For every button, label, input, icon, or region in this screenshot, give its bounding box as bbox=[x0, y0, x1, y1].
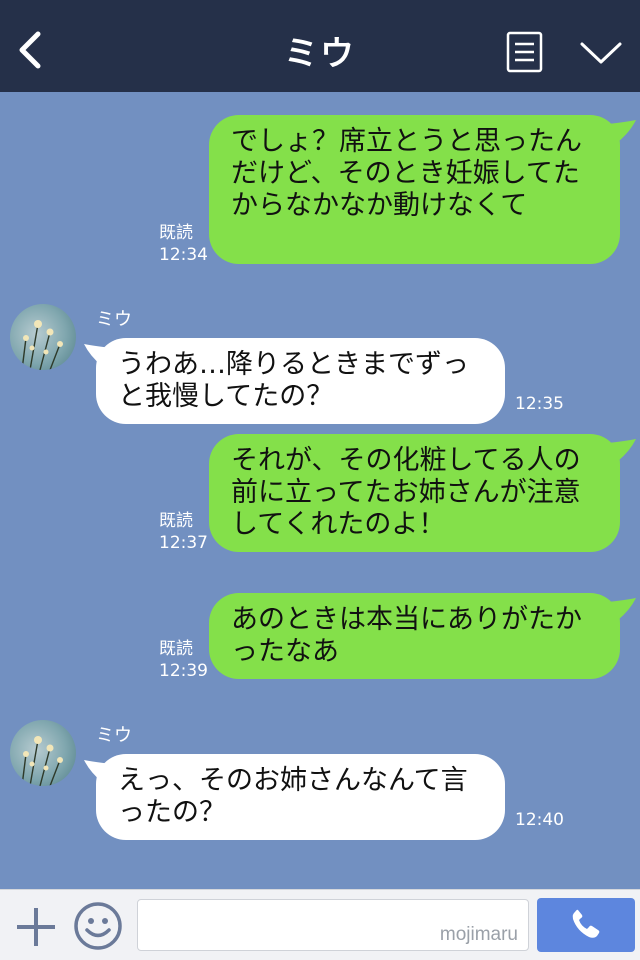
emoji-button[interactable] bbox=[73, 901, 123, 951]
read-receipt: 既読 12:37 bbox=[159, 510, 208, 554]
bubble-tail bbox=[608, 598, 636, 620]
message-time: 12:35 bbox=[515, 394, 564, 414]
read-status: 既読 bbox=[159, 223, 193, 243]
my-message-bubble[interactable]: あのときは本当にありがたかったなあ bbox=[209, 593, 620, 679]
message-time: 12:34 bbox=[159, 245, 208, 265]
plus-icon bbox=[17, 908, 55, 946]
list-menu-icon bbox=[506, 31, 543, 73]
watermark-text: mojimaru bbox=[439, 924, 518, 945]
bubble-tail bbox=[84, 344, 112, 366]
sender-name: ミウ bbox=[96, 725, 132, 746]
collapse-button[interactable] bbox=[578, 38, 624, 68]
chat-area[interactable]: 既読 12:34 でしょ？席立とうと思ったんだけど、そのとき妊娠してたからなかな… bbox=[0, 92, 640, 889]
chevron-down-icon bbox=[580, 42, 622, 64]
bubble-tail bbox=[608, 120, 636, 142]
flower-avatar-image bbox=[21, 320, 63, 370]
chat-title: ミウ bbox=[284, 34, 356, 74]
message-time: 12:37 bbox=[159, 533, 208, 553]
flower-avatar-image bbox=[21, 736, 63, 786]
smiley-icon bbox=[74, 902, 122, 950]
phone-icon bbox=[572, 909, 600, 938]
their-message-bubble[interactable]: うわあ…降りるときまでずっと我慢してたの？ bbox=[96, 338, 505, 424]
bubble-tail bbox=[608, 439, 636, 461]
bubble-tail bbox=[84, 760, 112, 782]
input-bar: mojimaru bbox=[0, 889, 640, 960]
message-time: 12:39 bbox=[159, 661, 208, 681]
avatar[interactable] bbox=[10, 720, 76, 786]
read-status: 既読 bbox=[159, 511, 193, 531]
my-message-bubble[interactable]: でしょ？席立とうと思ったんだけど、そのとき妊娠してたからなかなか動けなくて bbox=[209, 115, 620, 264]
menu-button[interactable] bbox=[506, 31, 544, 73]
message-time: 12:40 bbox=[515, 810, 564, 830]
my-message-bubble[interactable]: それが、その化粧してる人の前に立ってたお姉さんが注意してくれたのよ！ bbox=[209, 434, 620, 552]
message-input[interactable]: mojimaru bbox=[137, 899, 529, 951]
their-message-bubble[interactable]: えっ、そのお姉さんなんて言ったの？ bbox=[96, 754, 505, 840]
call-button[interactable] bbox=[537, 898, 635, 952]
read-receipt: 既読 12:34 bbox=[159, 222, 208, 266]
sender-name: ミウ bbox=[96, 309, 132, 330]
read-status: 既読 bbox=[159, 639, 193, 659]
chat-header: ミウ bbox=[0, 0, 640, 92]
avatar[interactable] bbox=[10, 304, 76, 370]
plus-button[interactable] bbox=[14, 905, 58, 949]
read-receipt: 既読 12:39 bbox=[159, 638, 208, 682]
